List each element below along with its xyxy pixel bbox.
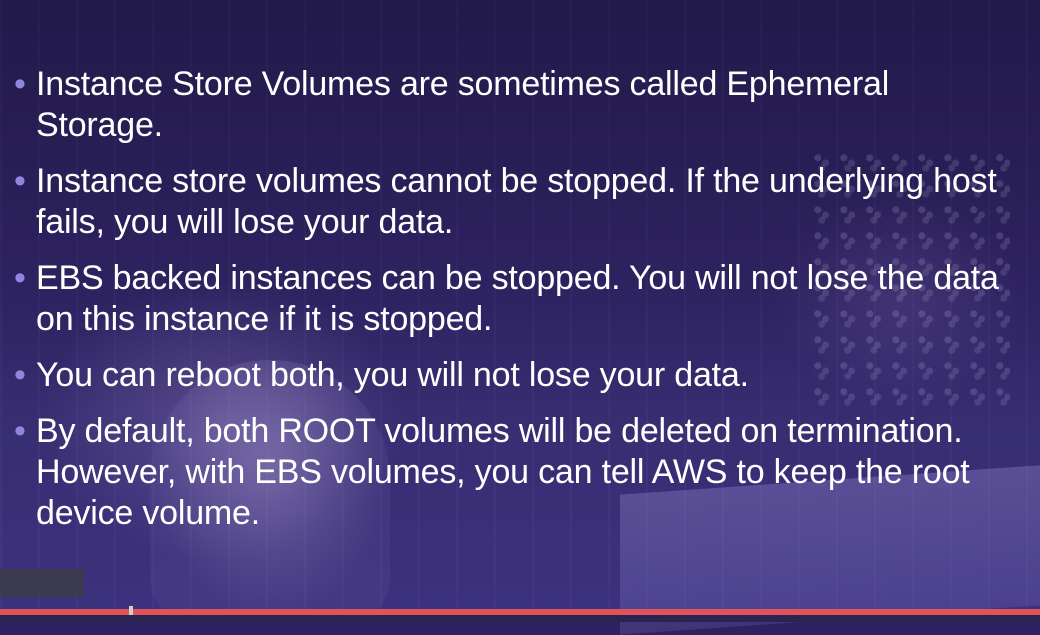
- bullet-item: • EBS backed instances can be stopped. Y…: [14, 258, 1014, 340]
- bullet-text: By default, both ROOT volumes will be de…: [36, 412, 970, 532]
- bullet-dot-icon: •: [14, 259, 26, 297]
- bullet-list: • Instance Store Volumes are sometimes c…: [14, 64, 1014, 534]
- bullet-dot-icon: •: [14, 412, 26, 450]
- bullet-dot-icon: •: [14, 356, 26, 394]
- bullet-text: EBS backed instances can be stopped. You…: [36, 259, 999, 338]
- bullet-text: Instance store volumes cannot be stopped…: [36, 162, 997, 241]
- bullet-dot-icon: •: [14, 162, 26, 200]
- bullet-text: Instance Store Volumes are sometimes cal…: [36, 65, 890, 144]
- bullet-dot-icon: •: [14, 65, 26, 103]
- bullet-item: • Instance store volumes cannot be stopp…: [14, 161, 1014, 243]
- bullet-text: You can reboot both, you will not lose y…: [36, 356, 749, 394]
- player-bottom-strip: [0, 615, 1040, 622]
- caption-overlay: [0, 569, 84, 597]
- bullet-item: • You can reboot both, you will not lose…: [14, 355, 1014, 396]
- bullet-item: • By default, both ROOT volumes will be …: [14, 411, 1014, 534]
- bullet-item: • Instance Store Volumes are sometimes c…: [14, 64, 1014, 146]
- slide-content: • Instance Store Volumes are sometimes c…: [14, 64, 1014, 549]
